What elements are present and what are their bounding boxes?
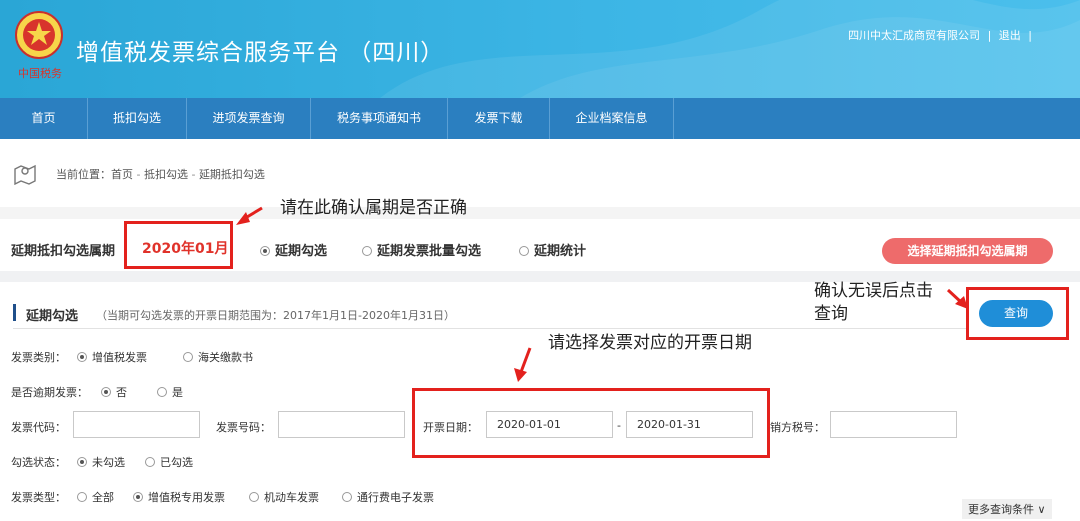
date-arrow — [519, 347, 532, 373]
date-arrowhead — [514, 368, 527, 382]
annotation-arrows — [236, 206, 968, 382]
period-arrowhead — [236, 212, 250, 225]
